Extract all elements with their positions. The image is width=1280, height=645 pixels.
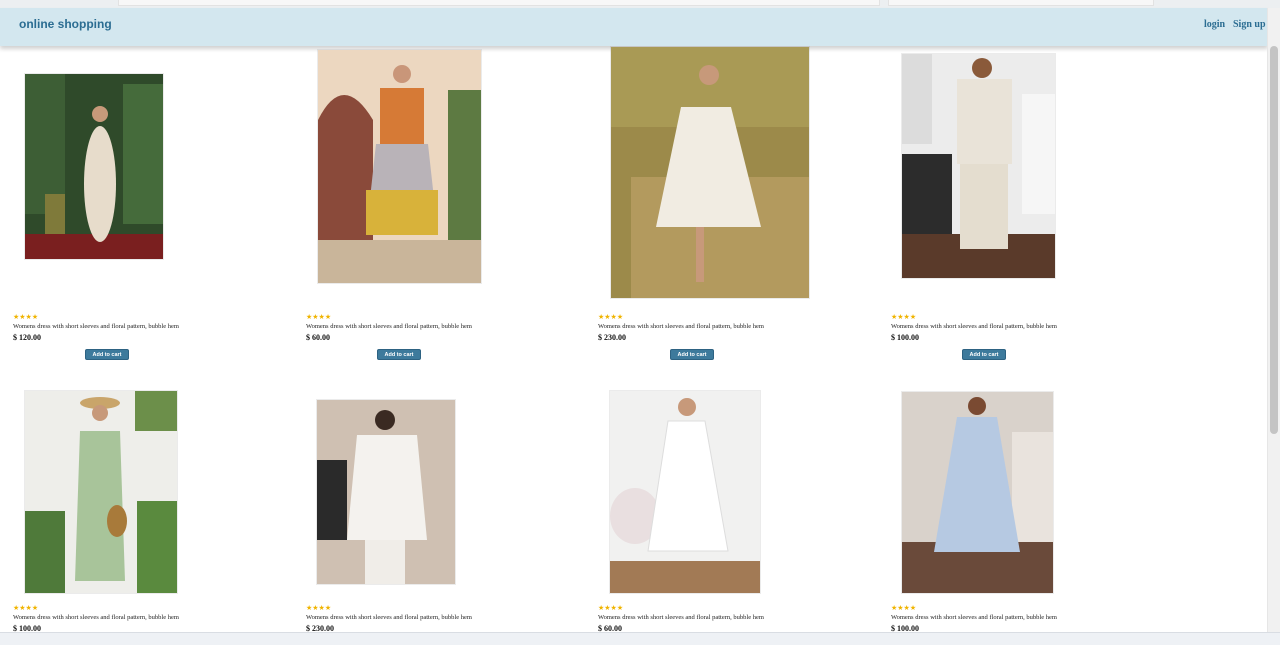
product-price: $ 120.00: [13, 333, 41, 342]
navbar: online shopping login Sign up: [0, 8, 1268, 46]
add-to-cart-button[interactable]: Add to cart: [962, 349, 1006, 360]
os-taskbar: [0, 632, 1280, 645]
rating-stars: ★★★★: [13, 604, 39, 612]
rating-stars: ★★★★: [891, 313, 917, 321]
rating-stars: ★★★★: [306, 604, 332, 612]
scrollbar-thumb[interactable]: [1270, 46, 1278, 434]
rating-stars: ★★★★: [306, 313, 332, 321]
product-image[interactable]: [611, 47, 809, 298]
signup-link[interactable]: Sign up: [1233, 19, 1266, 30]
product-image[interactable]: [610, 391, 760, 593]
product-image[interactable]: [25, 74, 163, 259]
product-image[interactable]: [317, 400, 455, 584]
brand-title[interactable]: online shopping: [19, 17, 112, 31]
product-price: $ 230.00: [598, 333, 626, 342]
scrollbar[interactable]: [1267, 8, 1280, 632]
product-image[interactable]: [25, 391, 177, 593]
product-price: $ 100.00: [891, 333, 919, 342]
product-description: Womens dress with short sleeves and flor…: [306, 614, 472, 621]
add-to-cart-button[interactable]: Add to cart: [85, 349, 129, 360]
product-image[interactable]: [902, 392, 1053, 593]
browser-top-strip: [0, 0, 1280, 8]
add-to-cart-button[interactable]: Add to cart: [670, 349, 714, 360]
product-description: Womens dress with short sleeves and flor…: [891, 614, 1057, 621]
product-image[interactable]: [318, 50, 481, 283]
product-description: Womens dress with short sleeves and flor…: [306, 323, 472, 330]
product-price: $ 60.00: [306, 333, 330, 342]
toolbar-bar: [888, 0, 1154, 6]
rating-stars: ★★★★: [891, 604, 917, 612]
product-description: Womens dress with short sleeves and flor…: [598, 323, 764, 330]
product-description: Womens dress with short sleeves and flor…: [13, 323, 179, 330]
product-image[interactable]: [902, 54, 1055, 278]
product-description: Womens dress with short sleeves and flor…: [891, 323, 1057, 330]
rating-stars: ★★★★: [598, 313, 624, 321]
address-bar[interactable]: [118, 0, 880, 6]
add-to-cart-button[interactable]: Add to cart: [377, 349, 421, 360]
product-description: Womens dress with short sleeves and flor…: [13, 614, 179, 621]
login-link[interactable]: login: [1204, 19, 1225, 30]
rating-stars: ★★★★: [598, 604, 624, 612]
rating-stars: ★★★★: [13, 313, 39, 321]
product-description: Womens dress with short sleeves and flor…: [598, 614, 764, 621]
